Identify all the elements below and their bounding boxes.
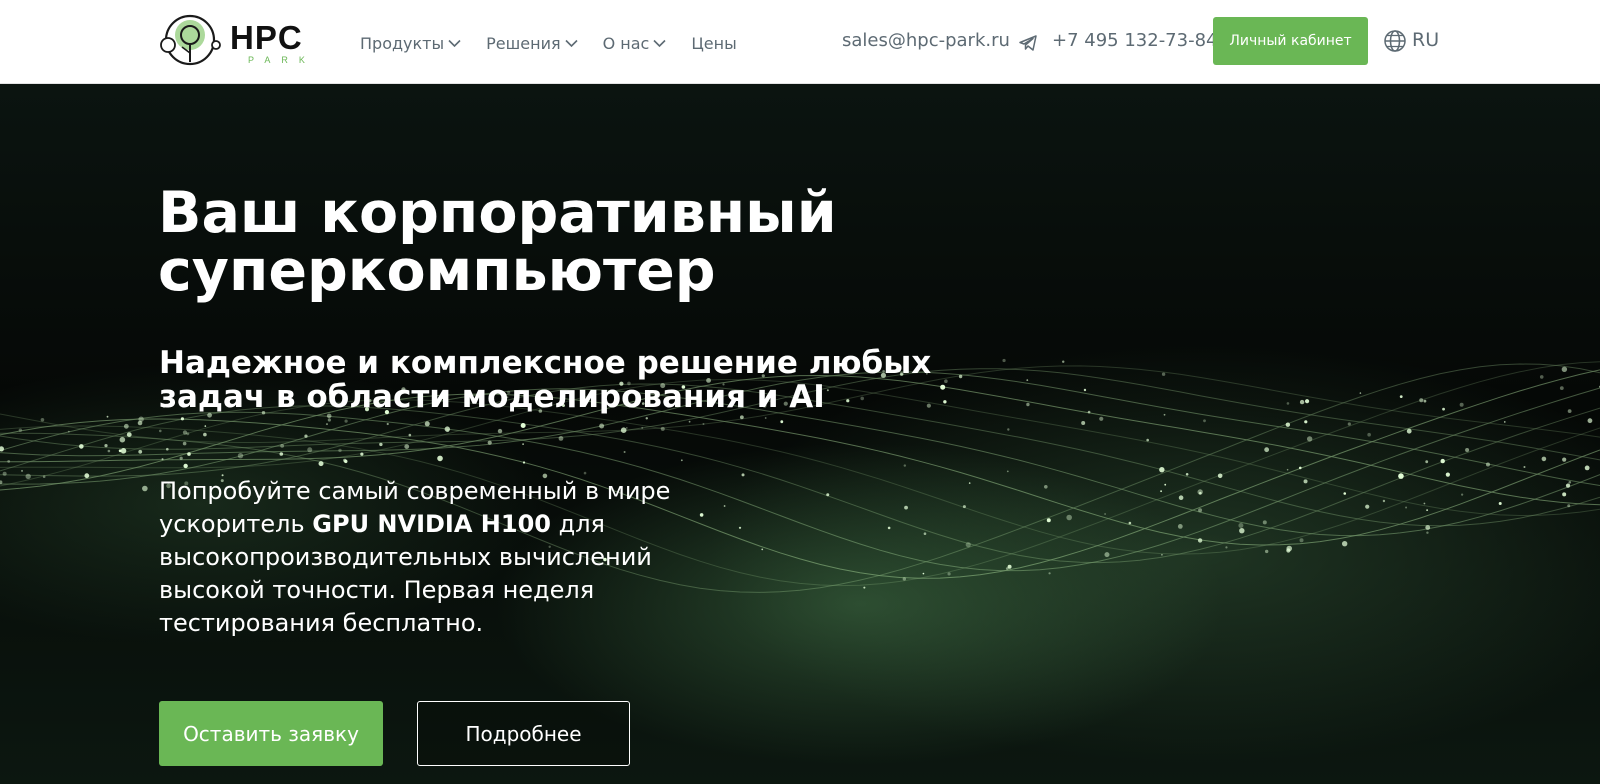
nav-item-about[interactable]: О нас [603,34,667,53]
hpc-park-logo-icon: HPC PARK [160,14,316,66]
learn-more-button[interactable]: Подробнее [417,701,630,766]
language-switch[interactable]: RU [1412,29,1439,51]
logo-subtext: PARK [248,55,316,65]
email-link[interactable]: sales@hpc-park.ru [842,30,1010,51]
telegram-icon[interactable] [1018,33,1038,53]
hero-title-line2: суперкомпьютер [158,238,716,304]
nav-item-label: Продукты [360,33,445,53]
hero-description: Попробуйте самый современный в мире уско… [159,475,759,640]
nav-item-prices[interactable]: Цены [691,34,736,53]
phone-link[interactable]: +7 495 132-73-84 [1052,30,1218,51]
hero-title: Ваш корпоративный суперкомпьютер [158,184,858,300]
submit-request-button[interactable]: Оставить заявку [159,701,383,766]
logo[interactable]: HPC PARK [158,13,333,69]
nav-item-label: О нас [602,33,650,53]
chevron-down-icon [565,39,578,47]
personal-cabinet-button[interactable]: Личный кабинет [1213,17,1368,65]
nav-item-products[interactable]: Продукты [360,34,461,53]
nav-item-solutions[interactable]: Решения [486,33,578,53]
chevron-down-icon [653,39,666,47]
hero-subtitle: Надежное и комплексное решение любых зад… [159,345,932,415]
chevron-down-icon [448,39,461,47]
nav-item-label: Цены [691,33,737,53]
hero-section: Ваш корпоративный суперкомпьютер Надежно… [0,84,1600,784]
globe-icon[interactable] [1383,29,1407,53]
hero-title-line1: Ваш корпоративный [158,180,837,246]
hero-text-highlight: GPU NVIDIA H100 [312,510,551,538]
site-header: HPC PARK Продукты Решения О нас Цены sal… [0,0,1600,84]
logo-text: HPC [230,19,303,56]
main-nav: Продукты Решения О нас Цены [360,30,737,56]
nav-item-label: Решения [486,33,561,53]
